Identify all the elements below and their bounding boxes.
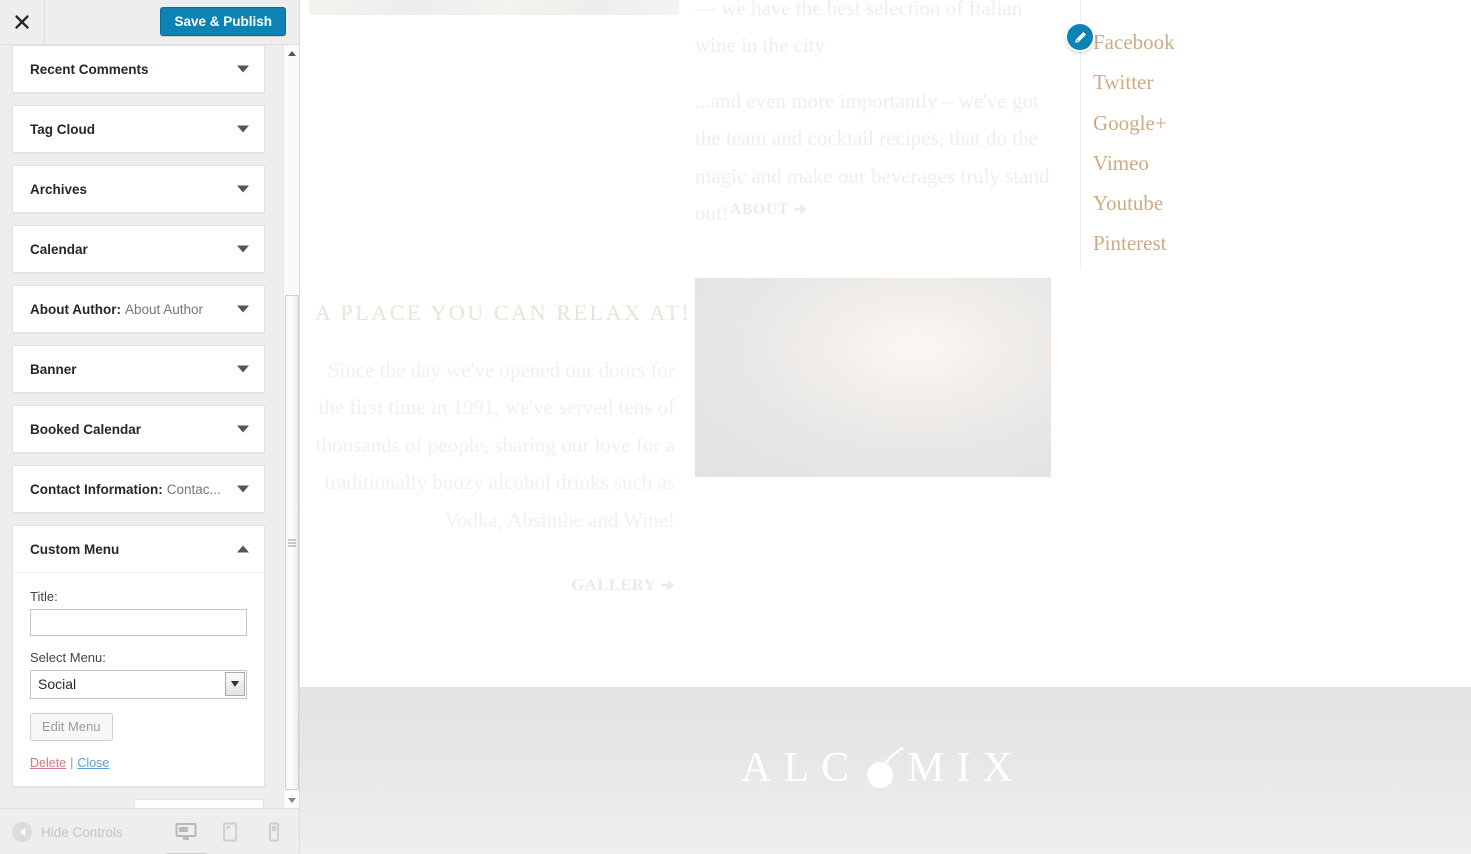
chevron-down-icon[interactable] [237,305,249,313]
scroll-down-arrow[interactable] [284,792,299,808]
customizer-sidebar: Save & Publish Recent Comments Tag Cloud [0,0,300,854]
bearded-man-photo [695,278,1051,477]
select-menu-label: Select Menu: [30,650,106,665]
custom-menu-form: Title: Select Menu: Social Edit Menu Del… [13,572,264,786]
device-preview-switcher [173,809,287,854]
hide-controls-button[interactable]: Hide Controls [12,809,123,854]
customizer-footer: Hide Controls [0,808,299,854]
cherry-icon [861,744,907,792]
close-icon[interactable] [0,0,45,44]
widget-title: Calendar [30,241,88,257]
scrollbar-thumb[interactable] [285,295,299,790]
widget-subtitle: About Author [124,301,204,317]
widget-title: Contact Information: [30,481,163,497]
chevron-down-icon[interactable] [237,425,249,433]
mobile-icon[interactable] [261,819,287,845]
save-and-publish-button[interactable]: Save & Publish [160,7,286,36]
widget-contact-information[interactable]: Contact Information: Contac... [12,465,265,513]
logo-text-after: MIX [907,745,1025,791]
social-link-twitter[interactable]: Twitter [1093,62,1313,102]
widget-header[interactable]: Recent Comments [13,46,264,92]
pencil-edit-icon[interactable] [1065,22,1095,52]
chevron-down-icon[interactable] [237,185,249,193]
relax-text-block: A PLACE YOU CAN RELAX AT! Since the day … [315,300,692,595]
widget-header[interactable]: Tag Cloud [13,106,264,152]
chevron-down-icon[interactable] [237,125,249,133]
social-link-googleplus[interactable]: Google+ [1093,103,1313,143]
widget-tag-cloud[interactable]: Tag Cloud [12,105,265,153]
customizer-screen: — we have the best selection of Italian … [0,0,1471,854]
select-menu-dropdown[interactable]: Social [30,670,247,699]
widget-about-author[interactable]: About Author: About Author [12,285,265,333]
widget-actions-row: Reorder + Add a Widget [12,799,265,808]
close-link[interactable]: Close [77,756,109,770]
desktop-icon[interactable] [173,819,199,845]
chevron-up-icon[interactable] [237,545,249,553]
widget-header[interactable]: Booked Calendar [13,406,264,452]
chevron-down-icon[interactable] [237,65,249,73]
social-link-facebook[interactable]: Facebook [1093,22,1313,62]
add-a-widget-button[interactable]: + Add a Widget [133,799,264,808]
edit-menu-button[interactable]: Edit Menu [30,713,113,741]
select-menu-value: Social [30,670,247,699]
site-logo[interactable]: ALC MIX [741,744,1025,792]
chevron-down-icon[interactable] [237,365,249,373]
sidebar-scrollbar[interactable] [283,45,299,808]
about-link[interactable]: ABOUT ➔ [730,200,807,219]
widget-header[interactable]: Calendar [13,226,264,272]
widget-list: Recent Comments Tag Cloud Archives Calen… [0,45,277,808]
widget-booked-calendar[interactable]: Booked Calendar [12,405,265,453]
hide-controls-label: Hide Controls [41,824,123,840]
widget-footer-links: Delete | Close [30,756,247,770]
widget-header[interactable]: Archives [13,166,264,212]
relax-paragraph: Since the day we've opened our doors for… [315,358,675,532]
widget-calendar[interactable]: Calendar [12,225,265,273]
widget-custom-menu[interactable]: Custom Menu Title: Select Menu: Social E… [12,525,265,787]
scrollbar-grip [288,539,296,546]
link-separator: | [70,756,74,770]
chevron-down-icon[interactable] [237,485,249,493]
widget-header[interactable]: Contact Information: Contac... [13,466,264,512]
title-field-label: Title: [30,589,58,604]
widget-archives[interactable]: Archives [12,165,265,213]
top-food-image [309,0,679,15]
widgets-panel[interactable]: Recent Comments Tag Cloud Archives Calen… [0,45,299,808]
chevron-down-icon[interactable] [225,672,245,696]
widget-title: Booked Calendar [30,421,142,437]
social-link-vimeo[interactable]: Vimeo [1093,143,1313,183]
customizer-header: Save & Publish [0,0,299,45]
widget-recent-comments[interactable]: Recent Comments [12,45,265,93]
widget-header[interactable]: Banner [13,346,264,392]
widget-title: About Author: [30,301,121,317]
social-link-pinterest[interactable]: Pinterest [1093,223,1313,263]
widget-title: Recent Comments [30,61,149,77]
widget-subtitle: Contac... [166,481,221,497]
site-preview-frame[interactable]: — we have the best selection of Italian … [295,0,1471,854]
logo-text-before: ALC [741,745,862,791]
social-menu-list: Facebook Twitter Google+ Vimeo Youtube P… [1093,22,1313,264]
widget-banner[interactable]: Banner [12,345,265,393]
title-input[interactable] [30,609,247,636]
site-footer: ALC MIX [295,687,1471,854]
tablet-icon[interactable] [217,819,243,845]
widget-header[interactable]: About Author: About Author [13,286,264,332]
relax-heading: A PLACE YOU CAN RELAX AT! [315,300,692,325]
delete-link[interactable]: Delete [30,756,66,770]
chevron-left-circle-icon [12,822,32,842]
widget-header[interactable]: Custom Menu [13,526,264,572]
widget-title: Archives [30,181,88,197]
gallery-link[interactable]: GALLERY ➔ [572,575,675,595]
intro-paragraph-top: — we have the best selection of Italian … [695,0,1023,58]
widget-title: Custom Menu [30,541,120,557]
widget-title: Banner [30,361,77,377]
intro-text-block: — we have the best selection of Italian … [695,0,1055,232]
chevron-down-icon[interactable] [237,245,249,253]
social-link-youtube[interactable]: Youtube [1093,183,1313,223]
widget-title: Tag Cloud [30,121,95,137]
scroll-up-arrow[interactable] [284,45,299,61]
